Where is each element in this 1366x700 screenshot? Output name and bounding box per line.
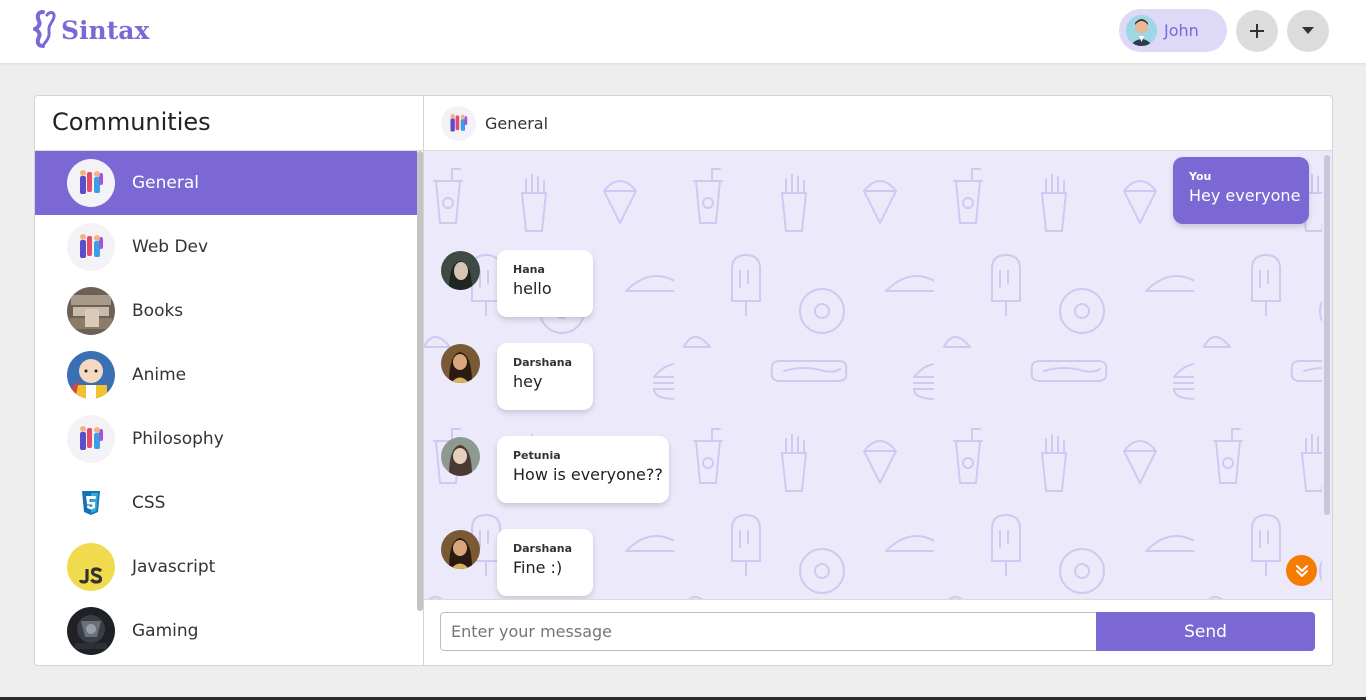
add-button[interactable] — [1236, 10, 1278, 52]
sidebar-item-label: Web Dev — [132, 237, 209, 257]
js-icon — [67, 543, 115, 591]
message-composer: Send — [424, 599, 1332, 665]
caret-down-icon — [1302, 27, 1314, 34]
message-bubble: Petunia How is everyone?? — [497, 436, 669, 503]
sidebar-item-label: General — [132, 173, 199, 193]
sidebar-scrollbar[interactable] — [417, 151, 423, 611]
sidebar-item-label: Javascript — [132, 557, 216, 577]
user-profile-chip[interactable]: John — [1119, 9, 1227, 52]
account-menu-button[interactable] — [1287, 10, 1329, 52]
message-bubble: Hana hello — [497, 250, 593, 317]
chat-community-avatar — [441, 105, 476, 141]
community-list: General Web Dev Books Anime Philosophy C… — [35, 151, 418, 665]
chat-header: General — [424, 96, 1332, 151]
sidebar-item-philosophy[interactable]: Philosophy — [35, 407, 417, 471]
sidebar-item-books[interactable]: Books — [35, 279, 417, 343]
scroll-to-bottom-button[interactable] — [1286, 555, 1317, 586]
sidebar-item-label: Anime — [132, 365, 187, 385]
message-bubble: Darshana Fine :) — [497, 529, 593, 596]
message-text: hey — [513, 372, 543, 391]
message-sender: Darshana — [513, 542, 573, 555]
message-text: How is everyone?? — [513, 465, 663, 484]
top-bar: Sintax John — [0, 0, 1366, 63]
sidebar-item-anime[interactable]: Anime — [35, 343, 417, 407]
css3-icon — [67, 479, 115, 527]
message-text: Hey everyone — [1189, 186, 1301, 205]
general-avatar — [67, 159, 115, 207]
message-bubble: Darshana hey — [497, 343, 593, 410]
communities-sidebar: Communities General Web Dev Books Anime … — [35, 96, 424, 665]
webdev-avatar — [67, 223, 115, 271]
sidebar-title: Communities — [52, 108, 211, 136]
sender-avatar[interactable] — [441, 251, 480, 290]
sidebar-item-label: Books — [132, 301, 184, 321]
sidebar-item-general[interactable]: General — [35, 151, 417, 215]
sender-avatar[interactable] — [441, 437, 480, 476]
books-avatar — [67, 287, 115, 335]
sidebar-item-label: Gaming — [132, 621, 199, 641]
message-area: You Hey everyone Hana hello Darshana hey… — [424, 151, 1332, 599]
plus-icon — [1250, 24, 1264, 38]
double-chevron-down-icon — [1295, 564, 1308, 577]
gaming-avatar — [67, 607, 115, 655]
message-input[interactable] — [440, 612, 1102, 651]
message-sender: Hana — [513, 263, 545, 276]
sender-avatar[interactable] — [441, 344, 480, 383]
sidebar-item-css[interactable]: CSS — [35, 471, 417, 535]
sidebar-item-gaming[interactable]: Gaming — [35, 599, 417, 663]
message-sender: Darshana — [513, 356, 573, 369]
send-button[interactable]: Send — [1096, 612, 1315, 651]
message-text: Fine :) — [513, 558, 563, 577]
sidebar-item-javascript[interactable]: Javascript — [35, 535, 417, 599]
anime-avatar — [67, 351, 115, 399]
sender-avatar[interactable] — [441, 530, 480, 569]
chat-scrollbar[interactable] — [1324, 155, 1330, 515]
logo-icon — [33, 10, 56, 48]
sidebar-item-label: Philosophy — [132, 429, 224, 449]
message-sender: You — [1189, 170, 1212, 183]
message-bubble-own: You Hey everyone — [1173, 157, 1309, 224]
philosophy-avatar — [67, 415, 115, 463]
message-text: hello — [513, 279, 552, 298]
chat-title: General — [485, 113, 549, 133]
main-panel: Communities General Web Dev Books Anime … — [34, 95, 1333, 666]
user-avatar — [1126, 15, 1157, 46]
sidebar-item-webdev[interactable]: Web Dev — [35, 215, 417, 279]
brand-name: Sintax — [61, 15, 150, 45]
user-name: John — [1164, 21, 1199, 40]
sidebar-item-label: CSS — [132, 493, 166, 513]
brand-logo[interactable]: Sintax — [33, 9, 149, 49]
message-sender: Petunia — [513, 449, 561, 462]
